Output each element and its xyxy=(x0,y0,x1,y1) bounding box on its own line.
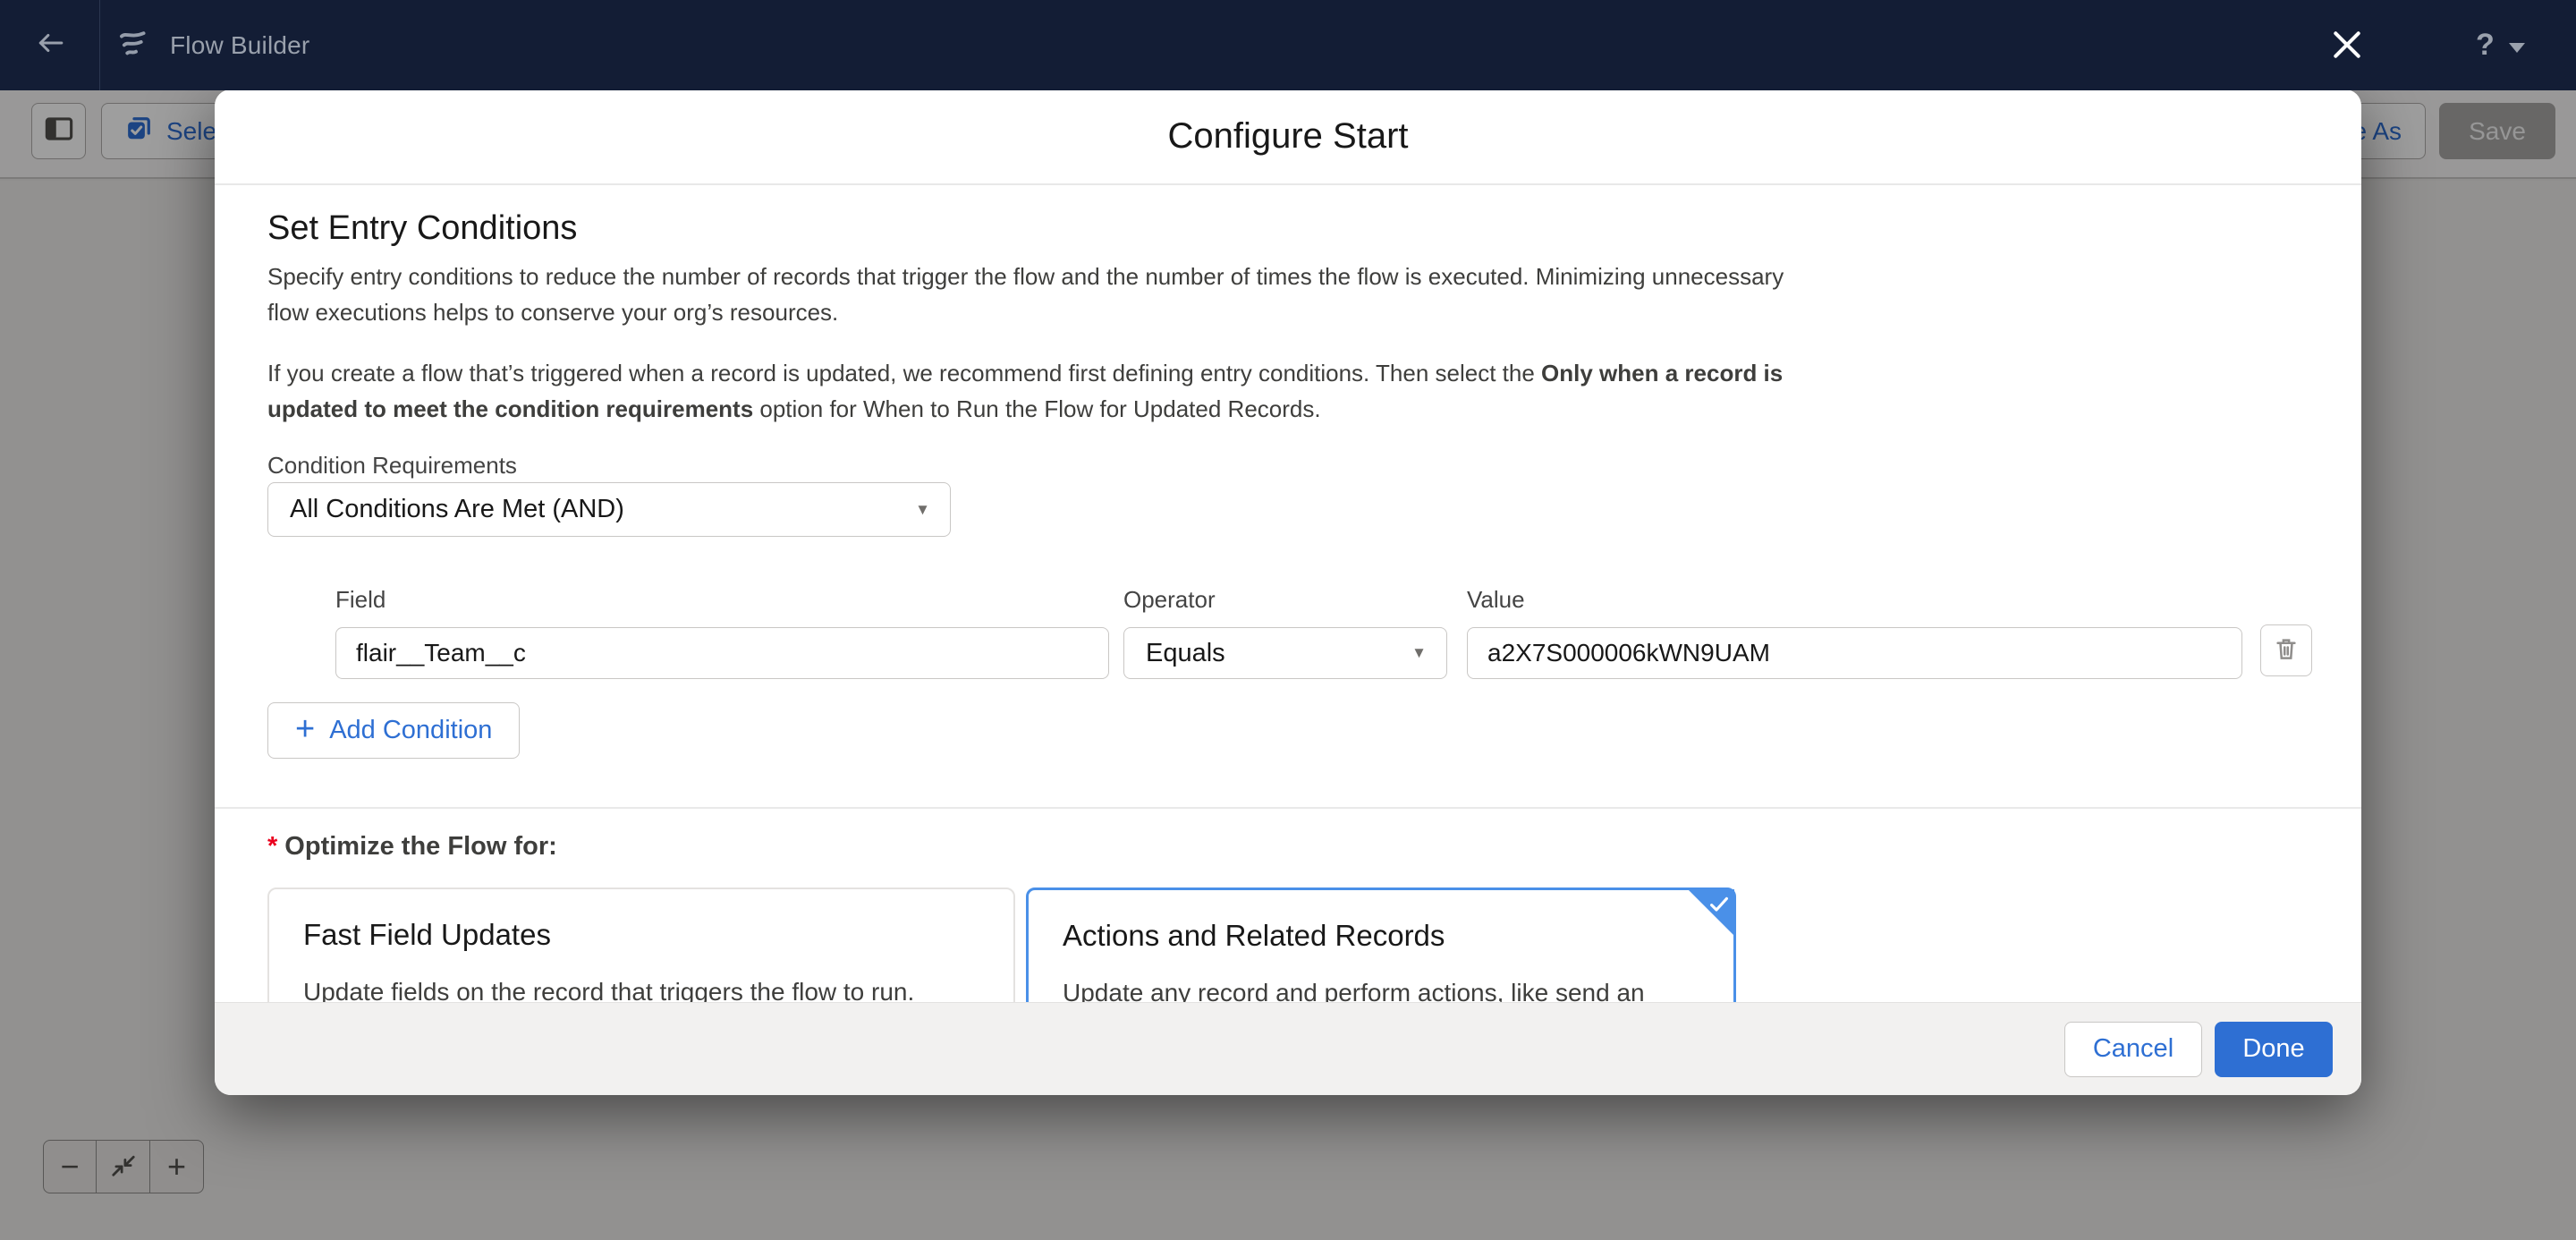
field-label: Field xyxy=(335,586,1109,614)
operator-select[interactable]: Equals xyxy=(1123,627,1447,679)
condition-requirements-label: Condition Requirements xyxy=(267,452,517,480)
done-button[interactable]: Done xyxy=(2215,1022,2333,1077)
card-title: Fast Field Updates xyxy=(303,918,979,952)
modal-title: Configure Start xyxy=(1167,116,1408,157)
add-condition-label: Add Condition xyxy=(329,716,492,745)
add-condition-button[interactable]: + Add Condition xyxy=(267,702,520,759)
app-header: Flow Builder ? xyxy=(0,0,2576,90)
modal-footer: Cancel Done xyxy=(215,1002,2361,1095)
chevron-down-icon xyxy=(2509,43,2525,53)
required-asterisk: * xyxy=(267,832,277,861)
modal-header: Configure Start xyxy=(215,89,2361,185)
condition-requirements-value: All Conditions Are Met (AND) xyxy=(290,495,624,524)
app-title: Flow Builder xyxy=(170,31,309,60)
operator-value: Equals xyxy=(1146,639,1225,668)
section-heading: Set Entry Conditions xyxy=(267,209,577,248)
optimize-flow-label: *Optimize the Flow for: xyxy=(267,832,557,862)
trash-icon xyxy=(2273,635,2300,667)
operator-label: Operator xyxy=(1123,586,1447,614)
app-brand: Flow Builder xyxy=(118,0,309,90)
entry-conditions-recommendation: If you create a flow that’s triggered wh… xyxy=(267,355,1788,427)
help-icon: ? xyxy=(2476,28,2495,63)
modal-body: Set Entry Conditions Specify entry condi… xyxy=(215,185,2361,1002)
entry-conditions-description: Specify entry conditions to reduce the n… xyxy=(267,259,1788,330)
flow-builder-screen: Selec Save As Save xyxy=(0,0,2576,1240)
value-label: Value xyxy=(1467,586,2242,614)
help-menu-button[interactable]: ? xyxy=(2476,0,2525,90)
delete-condition-button[interactable] xyxy=(2260,624,2312,676)
configure-start-modal: Configure Start Set Entry Conditions Spe… xyxy=(215,89,2361,1095)
close-modal-button[interactable] xyxy=(2326,25,2368,68)
field-input[interactable] xyxy=(335,627,1109,679)
flow-builder-icon xyxy=(118,29,147,62)
selected-check-icon xyxy=(1708,894,1730,920)
card-title: Actions and Related Records xyxy=(1063,919,1699,953)
back-button[interactable] xyxy=(0,0,100,90)
cancel-button[interactable]: Cancel xyxy=(2064,1022,2202,1077)
value-input[interactable] xyxy=(1467,627,2242,679)
section-divider xyxy=(215,807,2361,809)
back-arrow-icon xyxy=(35,30,65,61)
condition-requirements-select[interactable]: All Conditions Are Met (AND) xyxy=(267,482,951,537)
close-icon xyxy=(2331,29,2363,65)
plus-icon: + xyxy=(295,712,315,746)
